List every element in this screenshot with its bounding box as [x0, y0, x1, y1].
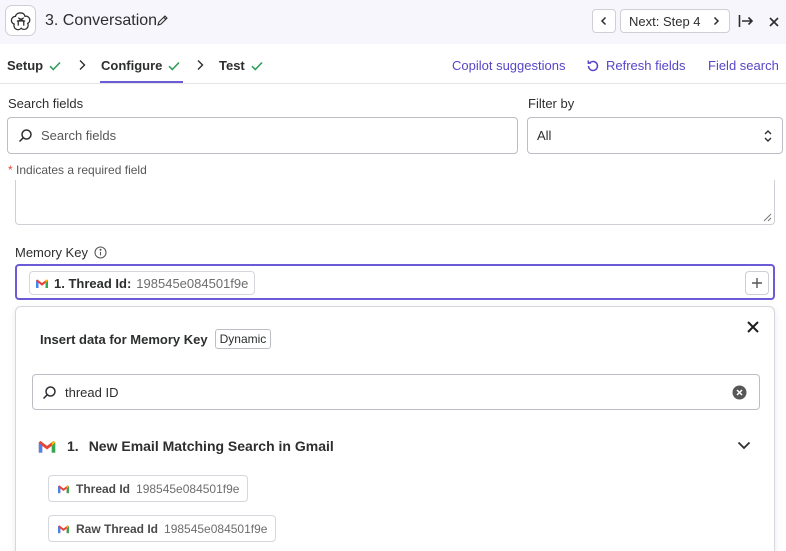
data-item-key: Thread Id [76, 481, 131, 496]
insert-data-title-text: Insert data for Memory Key [40, 331, 208, 347]
active-tab-indicator [100, 81, 183, 83]
mapped-field-pill[interactable]: 1. Thread Id: 198545e084501f9e [29, 271, 256, 295]
memory-key-label-text: Memory Key [15, 245, 88, 260]
chevron-right-icon [197, 60, 204, 70]
filter-by-select[interactable]: All [527, 117, 783, 154]
check-icon [49, 61, 61, 71]
step-tabs: Setup Configure Test Copilot suggestions… [0, 44, 786, 84]
expand-panel-icon[interactable] [738, 13, 755, 34]
group-number: 1. [67, 438, 79, 454]
step-header: 3. Conversation Next: Step 4 [0, 0, 786, 44]
data-item-value: 198545e084501f9e [164, 521, 268, 536]
field-search-label: Field search [708, 58, 779, 73]
plus-icon [752, 278, 762, 288]
tab-test[interactable]: Test [219, 58, 263, 73]
memory-key-input[interactable]: 1. Thread Id: 198545e084501f9e [15, 264, 775, 300]
previous-field-textarea[interactable] [15, 180, 775, 225]
chevron-right-icon [713, 16, 720, 26]
insert-data-search-wrapper[interactable] [32, 374, 760, 410]
next-step-button[interactable]: Next: Step 4 [620, 9, 730, 33]
search-fields-label: Search fields [8, 96, 84, 111]
pill-value: 198545e084501f9e [136, 275, 249, 291]
data-item-thread-id[interactable]: Thread Id 198545e084501f9e [48, 475, 249, 502]
previous-step-button[interactable] [592, 9, 616, 33]
step-title: 3. Conversation [45, 12, 158, 29]
copilot-suggestions-label: Copilot suggestions [452, 58, 566, 73]
data-source-group[interactable]: 1. New Email Matching Search in Gmail [37, 438, 334, 454]
search-icon [42, 385, 56, 399]
insert-data-title: Insert data for Memory Key Dynamic [40, 329, 272, 349]
tab-label: Setup [7, 58, 44, 73]
field-search-link[interactable]: Field search [708, 58, 779, 73]
search-fields-input-wrapper[interactable] [7, 117, 518, 154]
chevron-down-icon[interactable] [737, 441, 751, 450]
check-icon [168, 61, 180, 71]
search-icon [18, 129, 32, 143]
gmail-icon [38, 440, 56, 453]
insert-data-search-input[interactable] [65, 384, 705, 400]
chevron-left-icon [600, 16, 607, 26]
clear-search-icon[interactable] [732, 385, 747, 400]
tab-label: Test [219, 58, 245, 73]
insert-data-panel: Insert data for Memory Key Dynamic 1. Ne… [15, 306, 775, 551]
data-item-key: Raw Thread Id [76, 521, 159, 536]
tab-setup[interactable]: Setup [7, 58, 61, 73]
tab-label: Configure [101, 58, 163, 73]
close-panel-icon[interactable] [768, 15, 780, 33]
chevron-right-icon [79, 60, 86, 70]
filter-by-value: All [537, 128, 552, 143]
pencil-edit-icon[interactable] [156, 14, 169, 32]
refresh-fields-button[interactable]: Refresh fields [586, 58, 685, 73]
close-icon[interactable] [746, 320, 760, 334]
tab-configure[interactable]: Configure [101, 58, 180, 73]
check-icon [251, 61, 263, 71]
openai-app-icon [5, 5, 36, 36]
required-note-text: Indicates a required field [12, 163, 147, 177]
filter-by-label: Filter by [528, 96, 575, 111]
required-field-note: * Indicates a required field [8, 163, 147, 177]
group-title: New Email Matching Search in Gmail [88, 438, 334, 454]
info-icon[interactable] [94, 246, 107, 259]
search-fields-input[interactable] [41, 128, 481, 143]
dynamic-badge: Dynamic [214, 329, 272, 349]
gmail-icon [36, 278, 48, 288]
gmail-icon [58, 524, 69, 533]
gmail-icon [58, 484, 69, 493]
pill-key: 1. Thread Id: [54, 275, 132, 291]
copilot-suggestions-link[interactable]: Copilot suggestions [452, 58, 565, 73]
refresh-icon [587, 60, 599, 71]
add-data-button[interactable] [745, 271, 769, 295]
memory-key-label: Memory Key [15, 245, 107, 260]
refresh-fields-label: Refresh fields [606, 58, 686, 73]
select-arrows-icon [764, 130, 772, 142]
data-item-value: 198545e084501f9e [136, 481, 240, 496]
resize-grip-icon[interactable] [763, 213, 772, 222]
data-item-raw-thread-id[interactable]: Raw Thread Id 198545e084501f9e [48, 515, 277, 542]
next-step-label: Next: Step 4 [629, 13, 701, 29]
